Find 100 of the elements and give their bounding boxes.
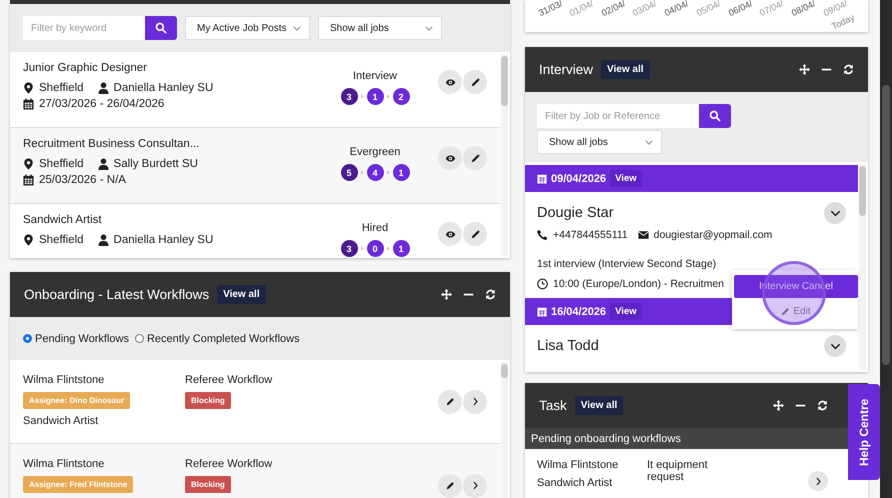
candidate-phone: +447844555111 [553,229,628,241]
calendar-icon [23,98,34,110]
calendar-icon [537,173,547,184]
workflow-filter-radio[interactable]: Recently Completed Workflows [134,332,300,344]
caret-icon [645,140,653,144]
scrollbar[interactable] [859,164,866,370]
job-stage: Interview [352,70,398,82]
pipeline-count[interactable]: 2 [392,88,410,105]
refresh-icon[interactable] [485,289,496,300]
eye-icon [444,154,456,162]
scrollbar[interactable] [501,54,508,256]
pipeline-count[interactable]: 3 [340,240,358,257]
edit-button[interactable] [438,390,462,414]
expand-button[interactable] [824,202,846,224]
workflow-name: Referee Workflow [185,374,272,386]
job-title[interactable]: Sandwich Artist [23,214,323,226]
workflow-name: Referee Workflow [185,458,272,470]
job-dates: 27/03/2026 - 26/04/2026 [39,98,164,110]
view-button[interactable] [438,70,462,94]
user-icon [98,82,109,94]
job-name: Sandwich Artist [23,415,98,427]
job-stage: Evergreen [350,146,400,158]
edit-button[interactable] [438,474,462,498]
filter-dropdown[interactable]: My Active Job Posts [185,16,310,40]
view-link[interactable]: View [610,303,642,320]
interview-stage: 1st interview (Interview Second Stage) [537,258,718,270]
edit-button[interactable] [463,222,487,246]
help-centre-tab[interactable]: Help Centre [848,384,880,480]
eye-icon [444,78,456,86]
page-scrollbar[interactable] [880,0,892,498]
pipeline-count[interactable]: 1 [366,88,384,105]
scrollbar[interactable] [501,362,508,498]
search-button[interactable] [145,16,177,40]
job-title[interactable]: Recruitment Business Consultan... [23,138,323,150]
job-search-field[interactable]: Filter by Job or Reference [537,104,699,128]
pipeline-count[interactable]: 3 [340,88,358,105]
employee-name: Wilma Flintstone [23,458,104,470]
view-all-link[interactable]: View all [601,60,650,79]
caret-icon [293,26,301,30]
panel-title: Onboarding - Latest Workflows [24,287,210,302]
caret-icon [425,26,433,30]
calendar-icon [23,174,34,186]
pipeline-arrow-icon [386,246,390,251]
clock-icon [537,278,548,290]
map-pin-icon [23,82,34,94]
refresh-icon[interactable] [817,400,828,411]
move-icon[interactable] [773,400,784,411]
interview-date: 09/04/2026 [551,172,606,184]
job-location: Sheffield [39,158,84,170]
job-owner: Daniella Hanley SU [114,234,214,246]
pipeline-count[interactable]: 5 [340,164,358,181]
workflow-filter-radio[interactable]: Pending Workflows [23,332,129,344]
pipeline-count[interactable]: 1 [392,164,410,181]
assignee-tag: Assignee: Fred Flintstone [23,476,134,493]
job-title[interactable]: Junior Graphic Designer [23,62,323,74]
pencil-icon [470,78,480,86]
filter-dropdown[interactable]: Show all jobs [318,16,442,40]
move-icon[interactable] [799,64,810,75]
panel-title: Task [539,398,567,413]
job-location: Sheffield [39,82,84,94]
blocking-tag: Blocking [185,392,231,409]
job-dates: 25/03/2026 - N/A [39,174,126,186]
expand-button[interactable] [824,335,846,357]
calendar-icon [537,306,547,317]
employee-name: Wilma Flintstone [537,459,620,471]
interview-time: 10:00 (Europe/London) - Recruitmen [553,278,724,290]
today-label: Today [830,12,856,32]
search-button[interactable] [699,104,731,128]
keyword-search-field[interactable]: Filter by keyword [23,16,145,40]
pencil-icon [470,230,480,238]
blocking-tag: Blocking [185,476,231,493]
edit-button[interactable] [463,146,487,170]
pipeline-count[interactable]: 0 [366,240,384,257]
open-button[interactable] [808,471,828,491]
move-icon[interactable] [441,289,452,300]
refresh-icon[interactable] [843,64,854,75]
view-button[interactable] [438,146,462,170]
candidate-name: Lisa Todd [537,338,599,354]
pencil-icon [444,481,456,490]
pipeline-count[interactable]: 4 [366,164,384,181]
view-all-link[interactable]: View all [217,285,266,304]
search-icon [155,22,167,34]
pipeline-arrow-icon [386,170,390,175]
job-location: Sheffield [39,234,84,246]
pipeline-arrow-icon [360,94,364,99]
pipeline-arrow-icon [360,246,364,251]
pencil-icon [470,154,480,162]
pipeline-count[interactable]: 1 [392,240,410,257]
chevron-down-icon [830,342,840,350]
view-all-link[interactable]: View all [574,396,624,415]
pencil-icon [781,306,790,316]
search-icon [709,110,721,122]
view-button[interactable] [438,222,462,246]
eye-icon [444,230,456,238]
filter-dropdown[interactable]: Show all jobs [537,130,662,154]
edit-button[interactable] [463,70,487,94]
envelope-icon [638,229,649,241]
user-icon [98,234,109,246]
view-link[interactable]: View [610,170,642,187]
chevron-down-icon [830,208,840,218]
